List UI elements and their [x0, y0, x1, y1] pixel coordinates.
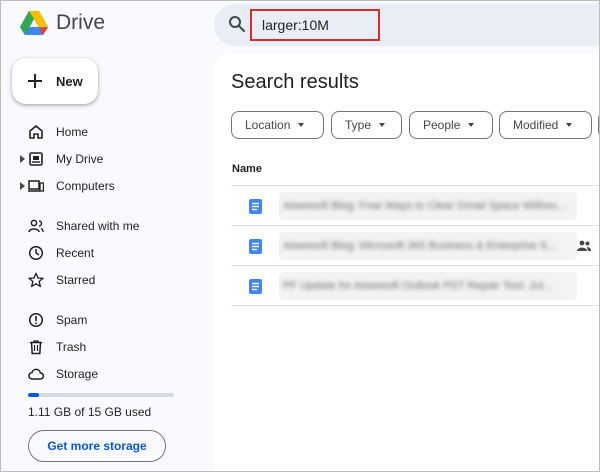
expand-arrow-icon[interactable] — [20, 155, 25, 163]
search-bar[interactable] — [214, 4, 600, 46]
google-docs-icon — [249, 199, 262, 214]
filter-people[interactable]: People — [409, 111, 493, 139]
new-button[interactable]: New — [12, 58, 98, 104]
chevron-down-icon — [298, 123, 305, 127]
star-icon — [28, 272, 44, 288]
main-panel: Search results Location Type People Modi… — [214, 54, 600, 472]
filter-label: Modified — [513, 118, 559, 132]
filter-location[interactable]: Location — [231, 111, 324, 139]
sidebar-item-label: Trash — [56, 340, 87, 354]
file-name-text: Aiseesoft Blog: Microsoft 365 Business &… — [283, 240, 557, 252]
storage-usage-fill — [28, 393, 39, 397]
search-input[interactable] — [250, 9, 380, 41]
column-header-name[interactable]: Name — [232, 163, 262, 175]
table-row[interactable]: PF Update for Aiseesoft Outlook PST Repa… — [231, 266, 600, 306]
storage-usage-text: 1.11 GB of 15 GB used — [28, 405, 152, 419]
sidebar-item-storage[interactable]: Storage — [0, 361, 200, 387]
plus-icon — [28, 74, 42, 88]
app-name: Drive — [56, 11, 106, 34]
filter-label: People — [423, 118, 461, 132]
file-name-text: PF Update for Aiseesoft Outlook PST Repa… — [283, 280, 553, 292]
shared-people-icon — [577, 240, 591, 251]
sidebar-item-spam[interactable]: Spam — [0, 307, 200, 333]
page-title: Search results — [231, 71, 359, 93]
clock-icon — [28, 245, 44, 261]
drive-logo[interactable]: Drive — [20, 10, 105, 36]
spam-icon — [28, 312, 44, 328]
filter-modified[interactable]: Modified — [499, 111, 592, 139]
home-icon — [29, 125, 43, 139]
filter-label: Location — [245, 118, 291, 132]
sidebar-item-label: Spam — [56, 313, 88, 327]
chevron-down-icon — [468, 123, 475, 127]
sidebar-item-trash[interactable]: Trash — [0, 334, 200, 360]
cloud-icon — [28, 368, 44, 380]
get-more-storage-button[interactable]: Get more storage — [28, 430, 166, 462]
sidebar-item-recent[interactable]: Recent — [0, 240, 200, 266]
google-docs-icon — [249, 239, 262, 254]
search-icon[interactable] — [228, 15, 246, 33]
file-name-text: Aiseesoft Blog: Free Ways to Clear Gmail… — [283, 200, 569, 212]
chevron-down-icon — [566, 123, 573, 127]
filter-type[interactable]: Type — [331, 111, 402, 139]
sidebar-item-label: Computers — [56, 179, 115, 193]
chevron-down-icon — [379, 123, 386, 127]
sidebar-item-starred[interactable]: Starred — [0, 267, 200, 293]
drive-logo-icon — [20, 11, 48, 35]
sidebar-item-label: Shared with me — [56, 219, 140, 233]
sidebar-item-label: Storage — [56, 367, 99, 381]
expand-arrow-icon[interactable] — [20, 182, 25, 190]
people-icon — [28, 219, 44, 233]
computer-icon — [28, 180, 44, 192]
new-button-label: New — [56, 73, 83, 89]
sidebar-item-my-drive[interactable]: My Drive — [0, 146, 200, 172]
sidebar-item-label: Home — [56, 125, 89, 139]
sidebar-item-label: Starred — [56, 273, 96, 287]
sidebar-item-shared-with-me[interactable]: Shared with me — [0, 213, 200, 239]
sidebar-item-computers[interactable]: Computers — [0, 173, 200, 199]
file-name[interactable]: PF Update for Aiseesoft Outlook PST Repa… — [279, 272, 577, 300]
filter-label: Type — [345, 118, 372, 132]
sidebar-item-home[interactable]: Home — [0, 119, 200, 145]
sidebar-item-label: My Drive — [56, 152, 104, 166]
file-name[interactable]: Aiseesoft Blog: Microsoft 365 Business &… — [279, 232, 577, 260]
table-row[interactable]: Aiseesoft Blog: Free Ways to Clear Gmail… — [231, 186, 600, 226]
file-name[interactable]: Aiseesoft Blog: Free Ways to Clear Gmail… — [279, 192, 577, 220]
storage-usage-bar — [28, 393, 174, 397]
google-docs-icon — [249, 279, 262, 294]
drive-icon — [29, 152, 43, 166]
trash-icon — [30, 340, 42, 355]
table-row[interactable]: Aiseesoft Blog: Microsoft 365 Business &… — [231, 226, 600, 266]
sidebar-item-label: Recent — [56, 246, 95, 260]
